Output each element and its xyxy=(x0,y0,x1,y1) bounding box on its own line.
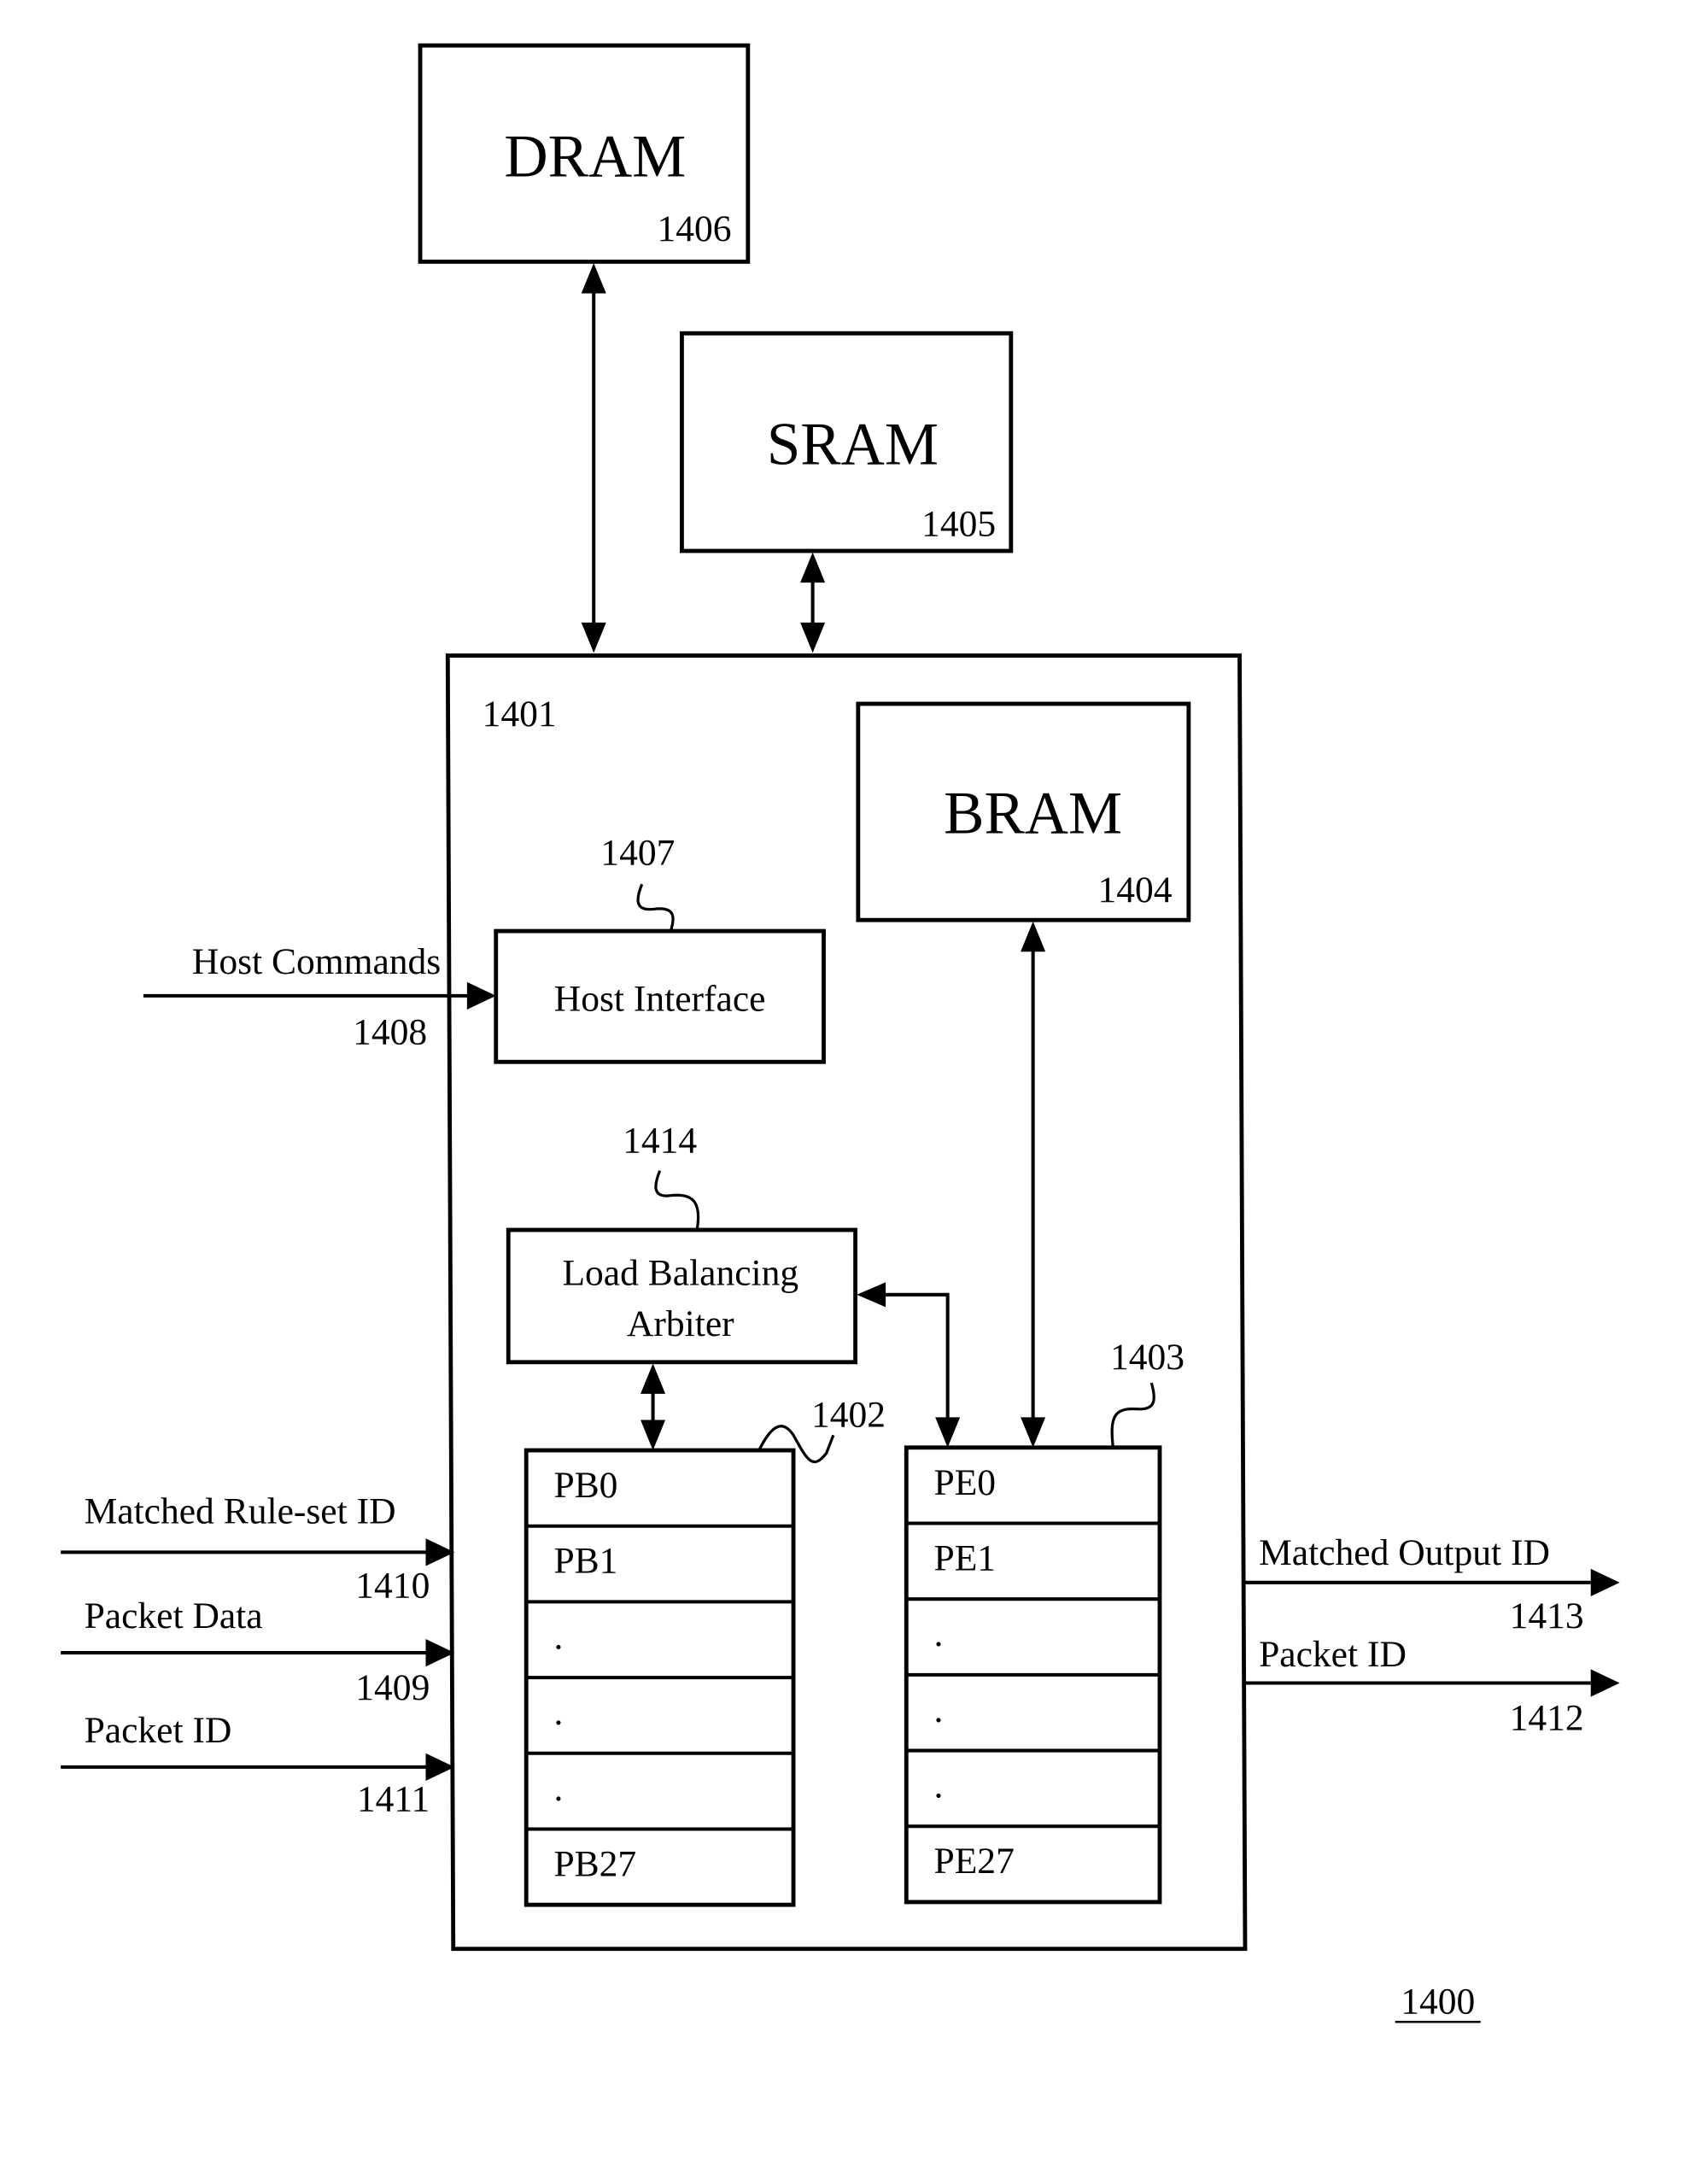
output-label: Matched Output ID xyxy=(1259,1532,1550,1573)
bram-ref: 1404 xyxy=(1097,869,1172,910)
arrow-head-right-icon xyxy=(1590,1669,1620,1697)
input-label: Packet Data xyxy=(85,1595,263,1636)
arbiter-ref: 1414 xyxy=(623,1121,697,1162)
packet-buffer-cell: . xyxy=(553,1616,563,1657)
arbiter-label-line1: Load Balancing xyxy=(562,1253,798,1294)
processing-engine-cell: . xyxy=(934,1613,944,1654)
processing-engine-cell: . xyxy=(934,1765,944,1806)
block-diagram: DRAM 1406 SRAM 1405 1401 BRAM 1404 Host … xyxy=(61,43,1620,2023)
output-ref: 1413 xyxy=(1510,1595,1584,1636)
packet-buffer-ref: 1402 xyxy=(811,1395,886,1436)
dram-block: DRAM 1406 xyxy=(418,43,751,264)
processing-engine-cell: . xyxy=(934,1689,944,1730)
packet-buffer-cell: . xyxy=(553,1768,563,1809)
input-matched-rule-set-id: Matched Rule-set ID 1410 xyxy=(61,1490,455,1607)
processing-engine-cell: PE1 xyxy=(934,1537,997,1578)
figure-number: 1400 xyxy=(1395,1982,1481,2023)
input-ref: 1411 xyxy=(357,1779,430,1820)
output-ref: 1412 xyxy=(1510,1697,1584,1738)
figure-number-label: 1400 xyxy=(1401,1982,1475,2023)
input-label: Packet ID xyxy=(85,1710,232,1751)
packet-buffer-cell: PB0 xyxy=(553,1465,617,1506)
processing-engine-cell: PE27 xyxy=(934,1841,1015,1882)
processing-engine-ref: 1403 xyxy=(1110,1337,1184,1378)
dram-ref: 1406 xyxy=(657,208,731,249)
input-ref: 1408 xyxy=(353,1011,427,1052)
bram-block: BRAM 1404 xyxy=(856,701,1191,922)
sram-chip-bidirectional-arrow xyxy=(800,552,826,653)
packet-buffer-cell: PB1 xyxy=(553,1541,617,1582)
dram-label: DRAM xyxy=(504,123,686,190)
arrow-head-up-icon xyxy=(800,552,826,583)
host-interface-label: Host Interface xyxy=(554,979,766,1020)
input-label: Host Commands xyxy=(192,941,441,982)
chip-ref: 1401 xyxy=(483,694,557,735)
arrow-head-right-icon xyxy=(425,1753,455,1782)
arrow-head-up-icon xyxy=(581,262,606,294)
host-interface-ref: 1407 xyxy=(600,833,675,874)
output-packet-id: Packet ID 1412 xyxy=(1244,1634,1620,1738)
arrow-head-down-icon xyxy=(800,622,826,653)
arrow-head-right-icon xyxy=(1590,1568,1620,1596)
dram-chip-bidirectional-arrow xyxy=(581,262,606,653)
input-packet-data: Packet Data 1409 xyxy=(61,1595,455,1708)
sram-block: SRAM 1405 xyxy=(680,331,1014,553)
output-label: Packet ID xyxy=(1259,1634,1407,1675)
sram-ref: 1405 xyxy=(921,503,996,544)
sram-label: SRAM xyxy=(767,411,939,477)
arbiter-label-line2: Arbiter xyxy=(627,1303,734,1344)
packet-buffer-cell: PB27 xyxy=(553,1843,636,1884)
input-ref: 1410 xyxy=(355,1566,430,1607)
arrow-head-down-icon xyxy=(581,622,606,653)
output-matched-output-id: Matched Output ID 1413 xyxy=(1244,1532,1620,1636)
input-ref: 1409 xyxy=(355,1667,430,1708)
input-label: Matched Rule-set ID xyxy=(85,1490,396,1531)
input-packet-id: Packet ID 1411 xyxy=(61,1710,455,1820)
input-host-commands: Host Commands 1408 xyxy=(143,941,496,1052)
packet-buffer-cell: . xyxy=(553,1692,563,1733)
processing-engine-cell: PE0 xyxy=(934,1462,997,1503)
bram-label: BRAM xyxy=(944,781,1122,847)
